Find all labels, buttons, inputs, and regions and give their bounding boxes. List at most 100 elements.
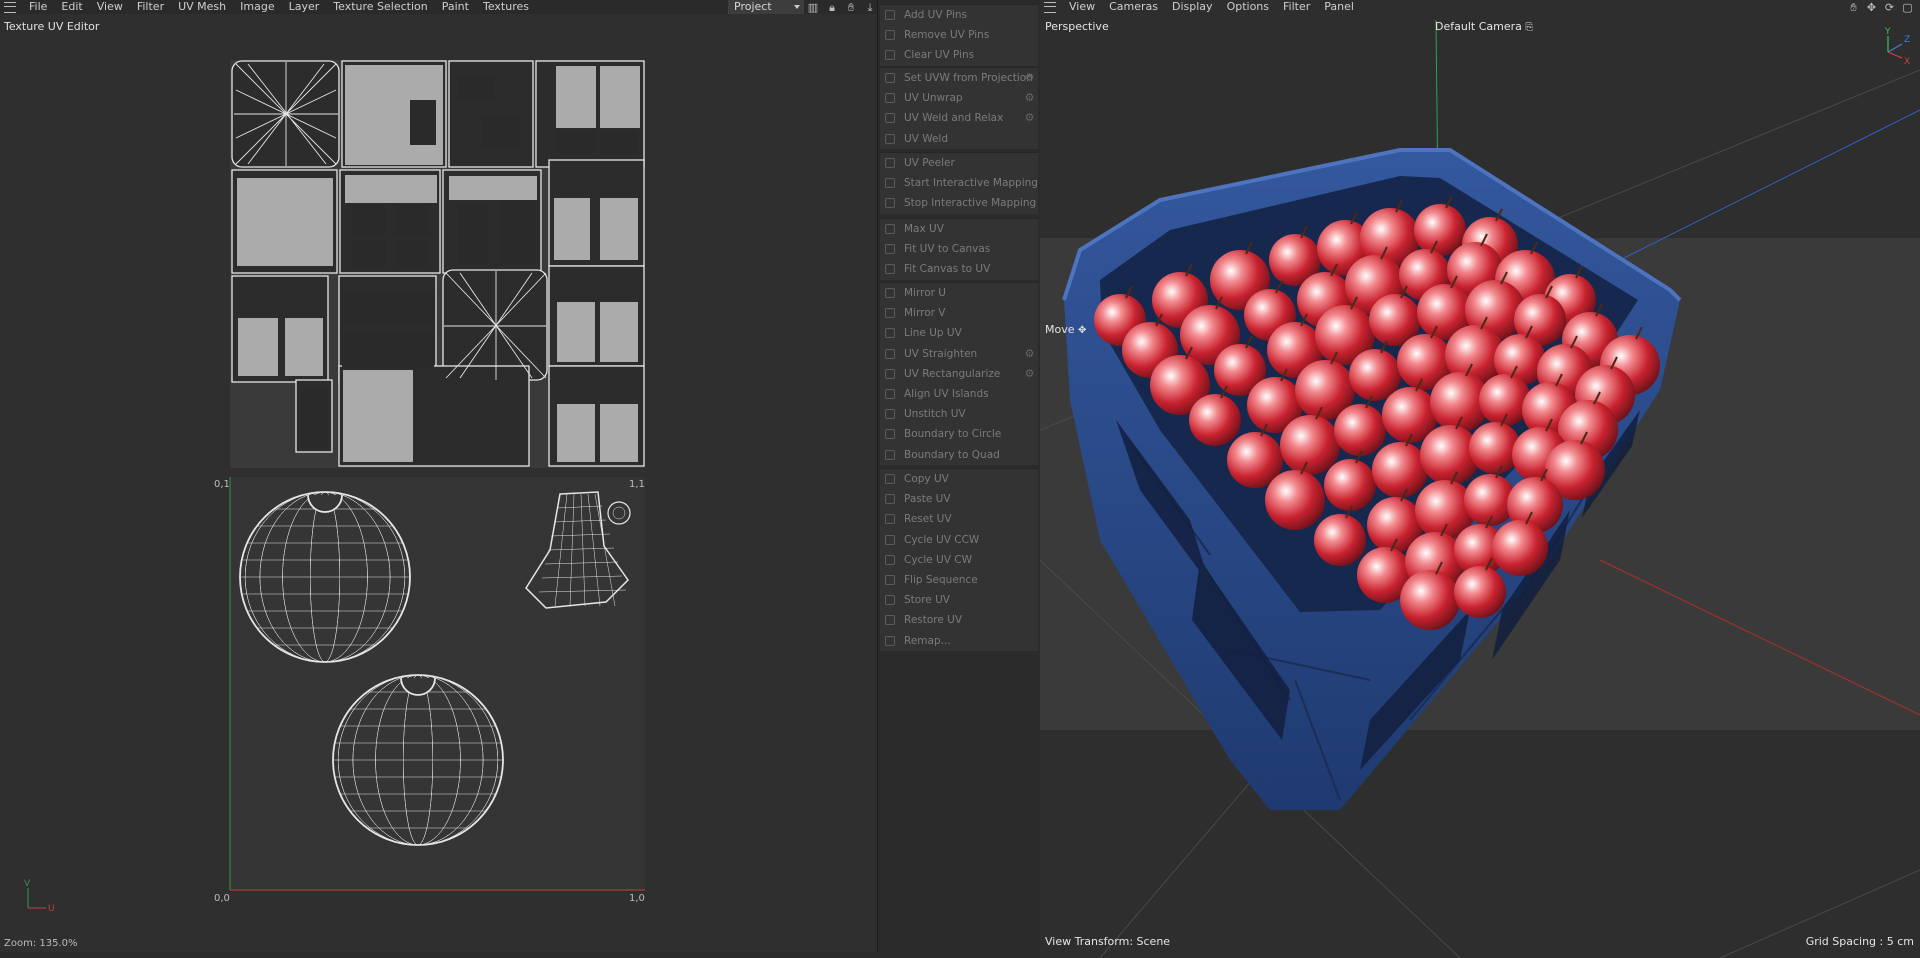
- tool-reset-uv[interactable]: Reset UV: [880, 509, 1038, 529]
- maximize-icon[interactable]: ▢: [1901, 1, 1914, 14]
- gear-icon[interactable]: ⚙: [1024, 112, 1035, 123]
- uv-unwrap-icon: [885, 93, 895, 104]
- zoom-readout: Zoom: 135.0%: [4, 938, 78, 949]
- tool-label: Clear UV Pins: [904, 49, 975, 62]
- store-uv-icon: [885, 595, 895, 606]
- tool-flip-sequence[interactable]: Flip Sequence: [880, 570, 1038, 590]
- unstitch-uv-icon: [885, 409, 895, 420]
- view-name: Perspective: [1045, 20, 1109, 33]
- tool-boundary-to-quad[interactable]: Boundary to Quad: [880, 445, 1038, 465]
- cycle-uv-cw-icon: [885, 554, 895, 565]
- uv-canvas[interactable]: 0,1 1,1 0,0 1,0 V U: [0, 0, 878, 952]
- tool-mirror-u[interactable]: Mirror U: [880, 283, 1038, 303]
- tool-add-uv-pins[interactable]: Add UV Pins: [880, 5, 1038, 25]
- uv-island-sphere-2: [332, 674, 504, 846]
- tool-line-up-uv[interactable]: Line Up UV: [880, 323, 1038, 343]
- hamburger-menu-icon[interactable]: [1044, 1, 1056, 13]
- vp-menu-display[interactable]: Display: [1165, 0, 1220, 14]
- tool-uv-rectangularize[interactable]: UV Rectangularize ⚙: [880, 364, 1038, 384]
- tool-clear-uv-pins[interactable]: Clear UV Pins: [880, 45, 1038, 65]
- tool-uv-straighten[interactable]: UV Straighten ⚙: [880, 344, 1038, 364]
- gizmo-x-label: X: [1904, 57, 1910, 67]
- tool-label: Copy UV: [904, 473, 949, 486]
- vp-menu-options[interactable]: Options: [1220, 0, 1276, 14]
- tool-stop-interactive-mapping[interactable]: Stop Interactive Mapping: [880, 193, 1038, 213]
- tool-remap[interactable]: Remap...: [880, 631, 1038, 651]
- tool-label: UV Weld: [904, 132, 949, 145]
- gear-icon[interactable]: ⚙: [1024, 92, 1035, 103]
- vp-menu-panel[interactable]: Panel: [1317, 0, 1361, 14]
- camera-name-text: Default Camera: [1435, 20, 1522, 33]
- move-tool-label: Move ✥: [1045, 323, 1086, 336]
- uv-editor-panel: File Edit View Filter UV Mesh Image Laye…: [0, 0, 878, 952]
- tool-store-uv[interactable]: Store UV: [880, 590, 1038, 610]
- tool-align-uv-islands[interactable]: Align UV Islands: [880, 384, 1038, 404]
- tool-group-transform: Mirror U Mirror V Line Up UV UV Straighten ⚙…: [880, 282, 1038, 465]
- fruit: [1280, 415, 1340, 475]
- tool-label: UV Weld and Relax: [904, 112, 1004, 125]
- vp-menu-filter[interactable]: Filter: [1276, 0, 1317, 14]
- tool-uv-peeler[interactable]: UV Peeler: [880, 153, 1038, 173]
- tool-label: Paste UV: [904, 493, 951, 506]
- view-transform-label: View Transform: Scene: [1045, 935, 1171, 948]
- uv-tools-panel: Add UV Pins Remove UV Pins Clear UV Pins Se…: [880, 0, 1038, 958]
- tool-copy-uv[interactable]: Copy UV: [880, 469, 1038, 489]
- gear-icon[interactable]: ⚙: [1024, 348, 1035, 359]
- tool-label: Restore UV: [904, 614, 963, 627]
- tool-uv-weld-and-relax[interactable]: UV Weld and Relax ⚙: [880, 108, 1038, 128]
- pan-hand-icon[interactable]: ✋︎: [1847, 1, 1860, 14]
- tool-unstitch-uv[interactable]: Unstitch UV: [880, 404, 1038, 424]
- tool-group-fit: Max UV Fit UV to Canvas Fit Canvas to UV: [880, 218, 1038, 280]
- tool-label: Boundary to Circle: [904, 428, 1002, 441]
- tool-set-uvw-from-projection[interactable]: Set UVW from Projection ⚙: [880, 68, 1038, 88]
- tool-restore-uv[interactable]: Restore UV: [880, 610, 1038, 630]
- fruit: [1265, 470, 1325, 530]
- fruit: [1372, 442, 1428, 498]
- gear-icon[interactable]: ⚙: [1024, 72, 1035, 83]
- tool-label: Boundary to Quad: [904, 448, 1000, 461]
- tool-fit-uv-to-canvas[interactable]: Fit UV to Canvas: [880, 239, 1038, 259]
- tool-paste-uv[interactable]: Paste UV: [880, 489, 1038, 509]
- tool-uv-unwrap[interactable]: UV Unwrap ⚙: [880, 88, 1038, 108]
- tool-start-interactive-mapping[interactable]: Start Interactive Mapping: [880, 173, 1038, 193]
- uv-peeler-icon: [885, 158, 895, 169]
- gear-icon[interactable]: ⚙: [1024, 368, 1035, 379]
- align-uv-islands-icon: [885, 389, 895, 400]
- tool-group-peeler: UV Peeler Start Interactive Mapping Stop I…: [880, 152, 1038, 214]
- uv-axis-indicator: V U: [24, 879, 55, 914]
- tool-uv-weld[interactable]: UV Weld: [880, 129, 1038, 149]
- tool-fit-canvas-to-uv[interactable]: Fit Canvas to UV: [880, 259, 1038, 279]
- tool-label: Fit Canvas to UV: [904, 263, 991, 276]
- tool-label: Mirror U: [904, 287, 946, 300]
- fruit: [1400, 570, 1460, 630]
- fruit: [1324, 459, 1376, 511]
- camera-icon: ⎘: [1525, 22, 1534, 33]
- tool-mirror-v[interactable]: Mirror V: [880, 303, 1038, 323]
- camera-name[interactable]: Default Camera ⎘: [1435, 20, 1533, 33]
- tool-remove-uv-pins[interactable]: Remove UV Pins: [880, 25, 1038, 45]
- move-icon[interactable]: ✥: [1865, 1, 1878, 14]
- copy-uv-icon: [885, 474, 895, 485]
- fit-uv-to-canvas-icon: [885, 244, 895, 255]
- tool-label: Line Up UV: [904, 327, 962, 340]
- vp-menu-cameras[interactable]: Cameras: [1102, 0, 1165, 14]
- mirror-u-icon: [885, 288, 895, 299]
- viewport-panel: Y Z X View Cameras Display Options Filte…: [1040, 0, 1920, 958]
- viewport-canvas[interactable]: Y Z X: [1040, 0, 1920, 958]
- tool-cycle-uv-ccw[interactable]: Cycle UV CCW: [880, 530, 1038, 550]
- move-icon: ✥: [1078, 325, 1087, 336]
- u-axis-label: U: [48, 904, 55, 914]
- tool-max-uv[interactable]: Max UV: [880, 219, 1038, 239]
- reset-uv-icon: [885, 514, 895, 525]
- tool-label: Store UV: [904, 594, 950, 607]
- line-up-uv-icon: [885, 328, 895, 339]
- uv-rectangularize-icon: [885, 368, 895, 379]
- fit-canvas-to-uv-icon: [885, 264, 895, 275]
- tool-cycle-uv-cw[interactable]: Cycle UV CW: [880, 550, 1038, 570]
- vp-menu-view[interactable]: View: [1062, 0, 1102, 14]
- tool-label: Reset UV: [904, 513, 952, 526]
- uv-corner-bottom-right: 1,0: [629, 893, 645, 904]
- tool-boundary-to-circle[interactable]: Boundary to Circle: [880, 424, 1038, 444]
- rotate-icon[interactable]: ⟳: [1883, 1, 1896, 14]
- fruit: [1492, 520, 1548, 576]
